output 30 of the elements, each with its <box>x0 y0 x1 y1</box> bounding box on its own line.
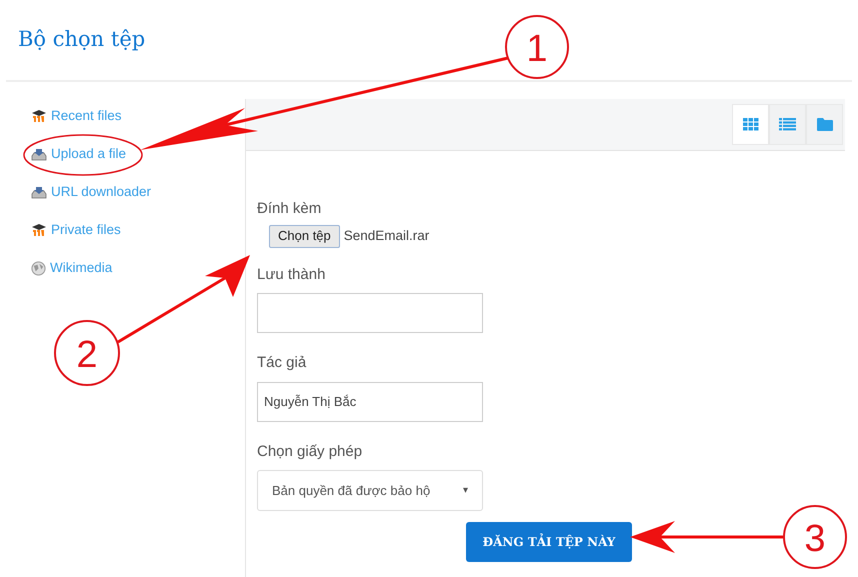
list-icon <box>779 118 796 131</box>
view-button[interactable] <box>806 104 843 145</box>
field-label: Tác giả <box>257 353 308 373</box>
license-select[interactable]: Bản quyền đã được bảo hộ ▾ <box>257 470 483 511</box>
repository-link[interactable]: URL downloader <box>31 182 152 202</box>
repository-link[interactable]: Recent files <box>31 106 122 126</box>
author-field[interactable]: Nguyễn Thị Bắc <box>257 382 483 422</box>
folder-icon <box>816 118 832 131</box>
repository-link[interactable]: Wikimedia <box>31 258 112 278</box>
upload-tray-icon <box>31 185 47 199</box>
graduation-cap-icon <box>31 223 47 237</box>
field-label: Chọn giấy phép <box>257 442 364 462</box>
field-label: Đính kèm <box>257 199 322 219</box>
save-as-field[interactable] <box>257 293 483 333</box>
callout-marker: 2 <box>54 320 120 386</box>
choose-file-button[interactable]: Chọn tệp <box>269 224 340 248</box>
globe-icon <box>31 260 46 276</box>
callout-marker: 3 <box>783 505 847 569</box>
graduation-cap-icon <box>31 109 47 123</box>
grid-icon <box>742 118 758 131</box>
file-name: SendEmail.rar <box>344 226 430 245</box>
field-label: Lưu thành <box>257 264 326 284</box>
repository-link[interactable]: Upload a file <box>31 144 126 164</box>
view-button[interactable] <box>769 104 806 145</box>
repository-link[interactable]: Private files <box>31 220 121 240</box>
upload-button[interactable]: ĐĂNG TẢI TỆP NÀY <box>466 522 632 562</box>
view-button[interactable] <box>732 104 769 145</box>
upload-tray-icon <box>31 147 47 161</box>
callout-marker: 1 <box>505 15 569 79</box>
dialog-title: Bộ chọn tệp <box>18 26 146 54</box>
